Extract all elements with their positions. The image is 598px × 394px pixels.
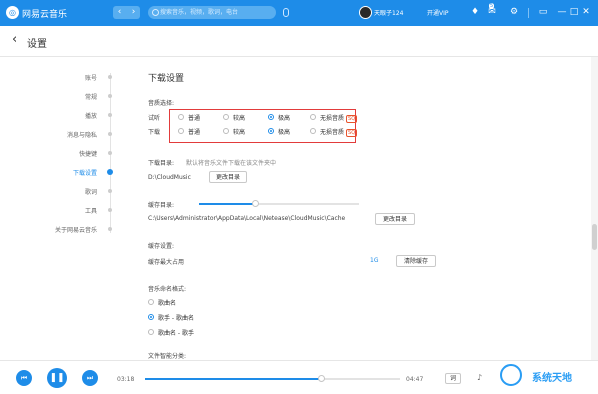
cache-size-slider[interactable] [199, 200, 359, 207]
watermark-text: 系统天地 [532, 373, 572, 384]
minimize-icon[interactable]: — [557, 6, 567, 18]
settings-header: ‹ 设置 [0, 26, 598, 57]
sq-badge: SQ [346, 129, 358, 137]
scrollbar-thumb[interactable] [592, 224, 597, 250]
playback-progress-bar[interactable] [145, 375, 400, 382]
cache-dir-label: 缓存目录: [148, 202, 175, 209]
download-dir-value: D:\CloudMusic [148, 174, 191, 181]
download-extreme-radio[interactable] [268, 128, 274, 134]
cache-slider-fill [199, 203, 255, 205]
previous-icon[interactable]: ⏮ [16, 370, 32, 386]
option-label-lossless: 无损音质 SQ [320, 127, 358, 137]
naming-option-label: 歌曲名 [158, 300, 177, 307]
shirt-icon[interactable]: ♦ [469, 6, 481, 18]
naming-format-label: 音乐命名格式: [148, 286, 187, 293]
title-bar: ◎ 网易云音乐 ‹ › 天眼子124 开通VIP ♦ ✉ 5 ⚙ ▭ — □ ✕ [0, 0, 598, 26]
current-time: 03:18 [117, 376, 135, 383]
cache-max-label: 缓存最大占用 [148, 259, 185, 266]
preview-extreme-radio[interactable] [268, 114, 274, 120]
cache-settings-label: 缓存设置: [148, 243, 175, 250]
forward-arrow-icon[interactable]: › [127, 6, 140, 19]
mini-mode-icon[interactable]: ▭ [538, 6, 548, 18]
option-label: 普通 [188, 129, 201, 136]
naming-option-title-artist-radio[interactable] [148, 329, 154, 335]
option-label: 无损音质 [320, 115, 345, 122]
smart-classify-label: 文件智能分类: [148, 353, 187, 360]
option-label-lossless: 无损音质 SQ [320, 113, 358, 123]
naming-option-label: 歌曲名 - 歌手 [158, 330, 194, 337]
naming-option-artist-title-radio[interactable] [148, 314, 154, 320]
option-label: 极高 [278, 115, 291, 122]
download-lossless-radio[interactable] [310, 128, 316, 134]
history-nav: ‹ › [113, 6, 140, 19]
maximize-icon[interactable]: □ [569, 6, 579, 18]
app-name: 网易云音乐 [22, 10, 68, 20]
option-label: 无损音质 [320, 129, 345, 136]
download-dir-hint: 默认将音乐文件下载在该文件夹中 [186, 160, 277, 167]
next-icon[interactable]: ⏭ [82, 370, 98, 386]
microphone-icon[interactable] [283, 8, 289, 17]
search-box[interactable] [148, 6, 276, 19]
cache-max-value: 1G [370, 257, 379, 264]
search-icon [152, 9, 159, 16]
download-higher-radio[interactable] [223, 128, 229, 134]
gear-icon[interactable]: ⚙ [508, 6, 520, 18]
lyrics-button[interactable]: 词 [445, 373, 461, 384]
settings-content: 下载设置 音质选择: 试听 普通 较高 极高 无损音质 SQ 下载 普通 较高 极… [0, 57, 590, 360]
download-normal-radio[interactable] [178, 128, 184, 134]
naming-option-label: 歌手 - 歌曲名 [158, 315, 194, 322]
search-input[interactable] [160, 6, 272, 19]
back-arrow-icon[interactable]: ‹ [113, 6, 126, 19]
option-label: 较高 [233, 115, 246, 122]
cache-dir-value: C:\Users\Administrator\AppData\Local\Net… [148, 215, 346, 222]
pause-icon[interactable]: ❚❚ [47, 368, 67, 388]
vip-link[interactable]: 开通VIP [427, 8, 449, 17]
clear-cache-button[interactable]: 清除缓存 [396, 255, 436, 267]
preview-higher-radio[interactable] [223, 114, 229, 120]
option-label: 较高 [233, 129, 246, 136]
play-mode-icon[interactable]: ♪ [477, 373, 482, 382]
watermark-logo [500, 364, 522, 386]
cache-slider-handle[interactable] [252, 200, 259, 207]
message-badge: 5 [489, 3, 495, 9]
preview-normal-radio[interactable] [178, 114, 184, 120]
option-label: 普通 [188, 115, 201, 122]
username[interactable]: 天眼子124 [374, 8, 403, 17]
back-chevron-icon[interactable]: ‹ [12, 33, 17, 47]
playback-progress-fill [145, 378, 321, 380]
change-cache-dir-button[interactable]: 更改目录 [375, 213, 415, 225]
scrollbar[interactable] [591, 57, 598, 360]
section-title-download: 下载设置 [148, 74, 185, 84]
download-row-label: 下载 [148, 129, 161, 136]
app-logo-icon[interactable]: ◎ [6, 6, 19, 19]
preview-row-label: 试听 [148, 115, 161, 122]
page-title: 设置 [27, 39, 47, 50]
close-icon[interactable]: ✕ [581, 6, 591, 18]
user-avatar[interactable] [359, 6, 372, 19]
divider [528, 8, 529, 18]
option-label: 极高 [278, 129, 291, 136]
change-download-dir-button[interactable]: 更改目录 [209, 171, 247, 183]
preview-lossless-radio[interactable] [310, 114, 316, 120]
total-time: 04:47 [406, 376, 424, 383]
playback-progress-handle[interactable] [317, 375, 325, 382]
naming-option-title-radio[interactable] [148, 299, 154, 305]
download-dir-label: 下载目录: [148, 160, 175, 167]
quality-label: 音质选择: [148, 100, 175, 107]
sq-badge: SQ [346, 115, 358, 123]
